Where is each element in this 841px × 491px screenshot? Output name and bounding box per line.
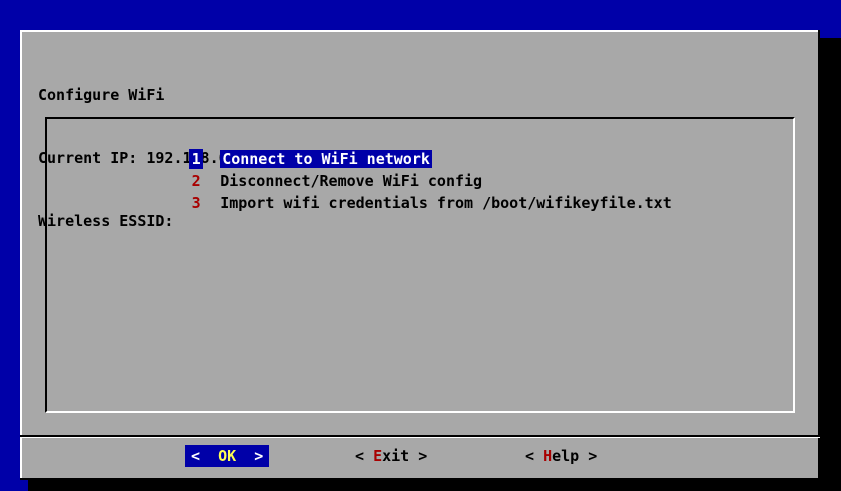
menu-item-import[interactable]: 3 Import wifi credentials from /boot/wifi… [135,173,672,212]
menu-item-tag: 3 [191,194,201,212]
menu-item-label: Import wifi credentials from /boot/wifik… [220,194,672,212]
button-separator [20,435,820,438]
dialog-frame-top [20,30,820,32]
exit-left-bracket: < [355,447,365,465]
menu-item-connect[interactable]: 1 Connect to WiFi network [135,129,432,169]
ok-button[interactable]: < OK > [185,445,270,467]
help-right-bracket: > [588,447,598,465]
dialog-frame-bottom [20,478,820,480]
exit-button[interactable]: < Exit > [355,445,427,467]
menu-item-disconnect[interactable]: 2 Disconnect/Remove WiFi config [135,151,482,190]
help-left-bracket: < [525,447,535,465]
ok-right-bracket: > [254,447,264,465]
dialog-frame-right [818,30,820,480]
dialog-frame-left [20,30,22,480]
exit-hotkey: E [373,447,383,465]
exit-label-rest: xit [382,447,410,465]
ok-left-bracket: < [191,447,201,465]
exit-right-bracket: > [418,447,428,465]
help-button[interactable]: < Help > [525,445,597,467]
help-hotkey: H [543,447,553,465]
ok-hotkey: OK [218,447,237,465]
wifi-config-dialog: Configure WiFi Current IP: 192.168.0.186… [20,30,820,480]
prompt-title: Configure WiFi [38,86,165,104]
dialog-shadow-right [820,38,841,491]
dialog-shadow-bottom [28,480,841,491]
menu-list: 1 Connect to WiFi network 2 Disconnect/Rem… [45,117,795,413]
help-label-rest: elp [552,447,580,465]
